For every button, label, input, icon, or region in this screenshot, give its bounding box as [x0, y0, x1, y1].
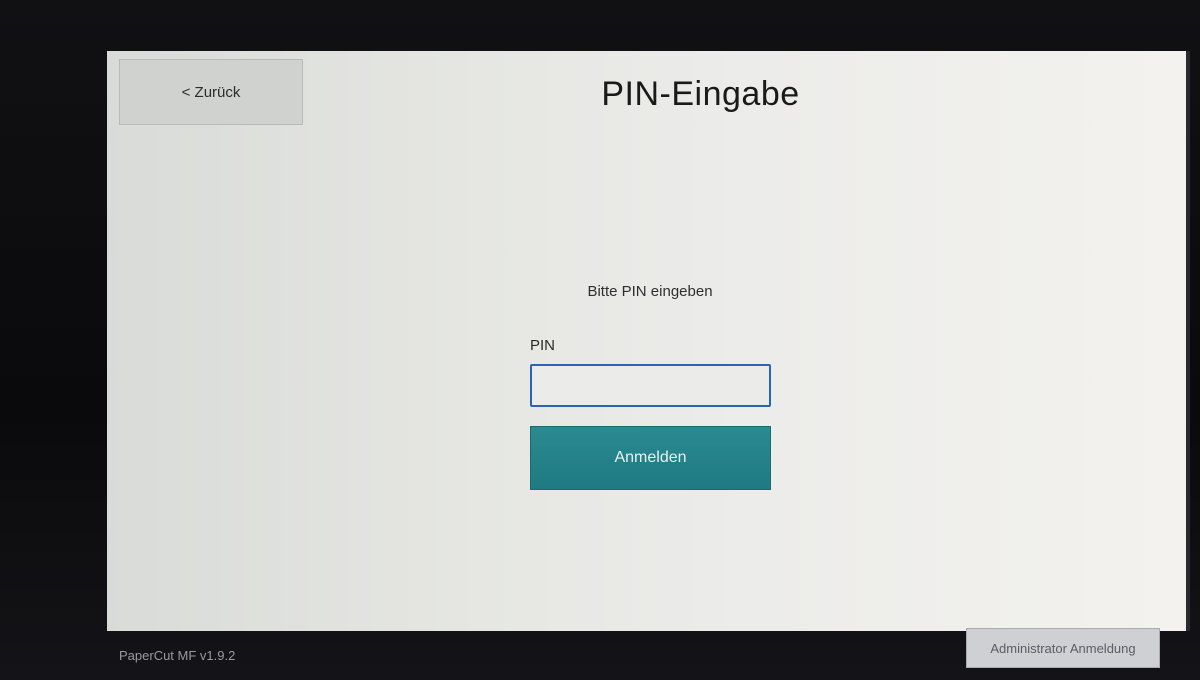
login-button[interactable]: Anmelden — [530, 426, 771, 490]
page-title: PIN-Eingabe — [601, 75, 800, 113]
admin-login-button[interactable]: Administrator Anmeldung — [966, 628, 1160, 668]
pin-label: PIN — [530, 337, 556, 354]
screen: < Zurück PIN-Eingabe Bitte PIN eingeben … — [107, 51, 1190, 631]
pin-prompt: Bitte PIN eingeben — [587, 283, 713, 300]
version-label: PaperCut MF v1.9.2 — [119, 648, 236, 663]
device-frame: < Zurück PIN-Eingabe Bitte PIN eingeben … — [0, 0, 1200, 680]
pin-input[interactable] — [530, 364, 771, 407]
